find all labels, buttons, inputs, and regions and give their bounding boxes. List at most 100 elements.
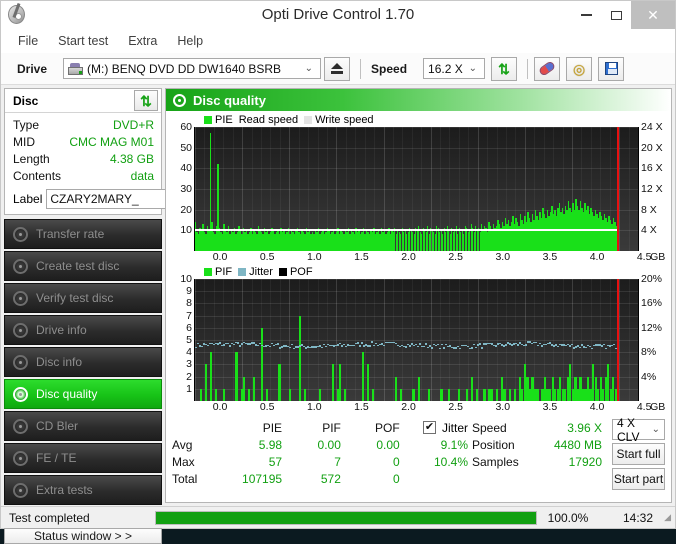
disc-row-mid: MID CMC MAG M01 — [13, 134, 154, 151]
jitter-point — [505, 344, 507, 346]
right-tick-label: 24 X — [641, 121, 663, 133]
jitter-point — [443, 347, 445, 349]
write-strategy-select[interactable]: 4 X CLV ⌄ — [612, 416, 665, 444]
disc-row-type: Type DVD+R — [13, 117, 154, 134]
sidebar-item-label: Drive info — [36, 323, 87, 337]
sidebar-item-drive-info[interactable]: Drive info — [4, 315, 162, 345]
erase-button[interactable] — [534, 56, 561, 81]
jitter-point — [603, 343, 605, 346]
eject-button[interactable] — [324, 56, 351, 81]
read-speed-line — [195, 229, 618, 231]
refresh-icon: ⇅ — [140, 92, 152, 109]
x-tick-label: 3.0 — [495, 251, 511, 263]
data-bar — [303, 388, 306, 401]
speed-select[interactable]: 16.2 X ⌄ — [423, 58, 486, 79]
grid-line-minor — [270, 279, 272, 401]
jitter-checkbox[interactable]: ✔ — [423, 421, 437, 434]
stats-avg-jitter: 9.1% — [440, 437, 469, 452]
jitter-point — [417, 345, 419, 348]
legend-label: Jitter — [249, 266, 273, 278]
grid-line-minor — [336, 279, 338, 401]
jitter-point — [459, 347, 461, 350]
jitter-point — [321, 346, 323, 349]
data-bar — [298, 315, 301, 401]
drive-select[interactable]: (M:) BENQ DVD DD DW1640 BSRB ⌄ — [63, 58, 322, 79]
grid-line-minor — [458, 279, 460, 401]
stats-avg-pof: 0.00 — [376, 437, 400, 452]
x-tick-label: 3.5 — [542, 251, 558, 263]
info-key-position: Position — [472, 437, 515, 452]
jitter-point — [535, 341, 537, 344]
stats-col-jitter-label: Jitter — [442, 420, 469, 435]
stats-total-pof: 0 — [393, 471, 400, 486]
sidebar-item-create-test-disc[interactable]: Create test disc — [4, 251, 162, 281]
disc-row-type-value: DVD+R — [112, 118, 154, 132]
disc-row-contents: Contents data — [13, 168, 154, 185]
info-key-samples: Samples — [472, 454, 519, 469]
stats-avg-pie: 5.98 — [258, 437, 283, 452]
jitter-point — [405, 346, 407, 348]
grid-line-minor — [411, 279, 413, 401]
data-bar — [470, 376, 473, 401]
jitter-point — [361, 342, 363, 344]
disc-icon — [13, 418, 28, 434]
jitter-point — [441, 343, 443, 346]
eject-icon — [331, 63, 344, 74]
right-tick-label: 20% — [641, 273, 663, 285]
data-bar — [253, 376, 256, 401]
jitter-point — [383, 344, 385, 347]
disc-quality-header: Disc quality — [166, 89, 671, 111]
data-bar — [399, 388, 403, 401]
jitter-point — [345, 345, 347, 348]
menu-item-help[interactable]: Help — [168, 31, 212, 51]
jitter-point — [297, 346, 299, 348]
sidebar-item-transfer-rate[interactable]: Transfer rate — [4, 219, 162, 249]
data-bar — [215, 388, 218, 401]
refresh-icon: ⇅ — [498, 60, 510, 77]
jitter-point — [195, 346, 197, 349]
error-stats-table: PIE PIF POF ✔ Jitter Avg 5.98 0.00 0.00 — [172, 419, 472, 490]
jitter-point — [525, 344, 527, 346]
coins-button[interactable]: ◎ — [566, 56, 593, 81]
pie-chart-plot[interactable] — [194, 127, 639, 251]
refresh-button[interactable]: ⇅ — [491, 56, 518, 81]
sidebar-item-verify-test-disc[interactable]: Verify test disc — [4, 283, 162, 313]
status-window-button[interactable]: Status window > > — [4, 528, 162, 544]
sidebar-item-disc-info[interactable]: Disc info — [4, 347, 162, 377]
resize-grip-icon[interactable]: ◢ — [659, 512, 671, 523]
disc-panel-header: Disc ⇅ — [5, 89, 161, 113]
status-bar: Test completed 100.0% 14:32 ◢ — [1, 506, 675, 528]
legend-swatch-icon — [278, 268, 287, 276]
disc-refresh-button[interactable]: ⇅ — [134, 90, 158, 111]
pif-chart-right-axis: 4% 8% 12% 16% 20% — [639, 273, 669, 401]
jitter-point — [291, 343, 293, 346]
sidebar-item-cd-bler[interactable]: CD Bler — [4, 411, 162, 441]
start-part-button[interactable]: Start part — [612, 468, 665, 490]
x-tick-label: 3.0 — [495, 401, 511, 413]
stats-total-pif: 572 — [320, 471, 341, 486]
jitter-point — [517, 344, 519, 346]
menu-item-start-test[interactable]: Start test — [49, 31, 117, 51]
sidebar-item-disc-quality[interactable]: Disc quality — [4, 379, 162, 409]
menu-item-file[interactable]: File — [9, 31, 47, 51]
sidebar-item-extra-tests[interactable]: Extra tests — [4, 475, 162, 505]
grid-line-minor — [534, 279, 536, 401]
save-button[interactable] — [598, 56, 625, 81]
sidebar-item-fe-te[interactable]: FE / TE — [4, 443, 162, 473]
grid-line-minor — [515, 279, 517, 401]
x-tick-label: 4.0 — [589, 251, 605, 263]
stats-avg-pif: 0.00 — [317, 437, 341, 452]
data-bar — [447, 388, 451, 401]
info-value-position: 4480 MB — [553, 437, 602, 452]
right-tick-label: 8% — [641, 346, 657, 359]
jitter-point — [269, 345, 271, 347]
sidebar-item-label: Disc info — [36, 355, 83, 369]
stats-col-pif: PIF — [322, 420, 341, 435]
data-bar — [412, 388, 415, 401]
menu-item-extra[interactable]: Extra — [119, 31, 166, 51]
pie-chart-right-axis: 4 X 8 X 12 X 16 X 20 X 24 X — [639, 121, 669, 251]
grid-line-minor — [468, 279, 470, 401]
disc-icon — [13, 226, 28, 242]
start-full-button[interactable]: Start full — [612, 443, 665, 465]
pif-chart-plot[interactable] — [194, 279, 639, 401]
